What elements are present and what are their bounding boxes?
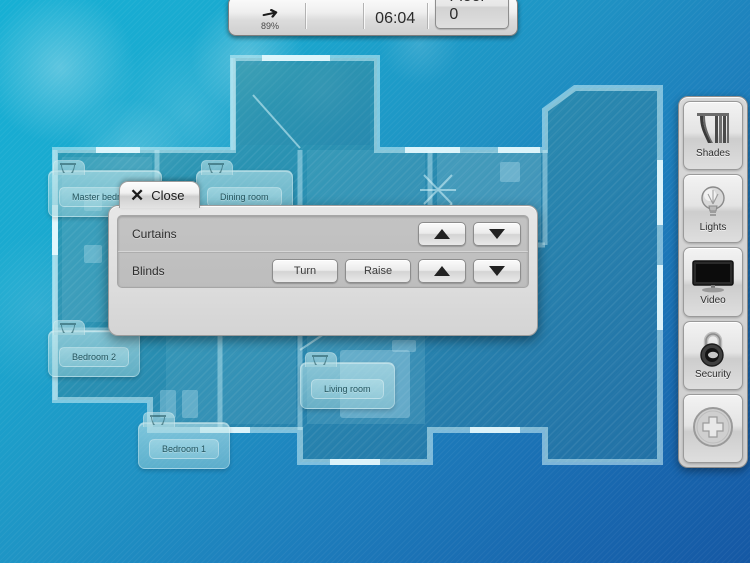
plus-circle-icon bbox=[690, 404, 736, 450]
room-label-bedroom-1[interactable]: Bedroom 1 bbox=[138, 412, 231, 469]
sidebar: Shades Lights Video Security bbox=[678, 96, 748, 468]
blinds-turn-button[interactable]: Turn bbox=[272, 258, 338, 283]
close-x-icon: ✕ bbox=[130, 185, 145, 205]
blinds-down-button[interactable] bbox=[473, 258, 521, 283]
padlock-icon bbox=[696, 331, 730, 367]
curtain-icon bbox=[60, 163, 76, 173]
curtain-icon bbox=[60, 323, 76, 333]
divider bbox=[304, 3, 306, 29]
room-name: Dining room bbox=[207, 187, 282, 207]
divider bbox=[426, 3, 428, 29]
room-label-living-room[interactable]: Living room bbox=[300, 352, 395, 409]
sidebar-label: Shades bbox=[696, 148, 730, 160]
shades-control-dialog: ✕ Close Curtains Blinds Turn Raise bbox=[108, 181, 538, 336]
room-label-bedroom-2[interactable]: Bedroom 2 bbox=[48, 320, 141, 377]
curtains-icon bbox=[693, 112, 733, 146]
clock: 06:04 bbox=[375, 10, 416, 27]
lightbulb-icon bbox=[695, 184, 731, 220]
blinds-up-button[interactable] bbox=[418, 258, 466, 283]
sidebar-item-shades[interactable]: Shades bbox=[683, 101, 743, 171]
curtain-icon bbox=[150, 415, 166, 425]
room-name: Bedroom 2 bbox=[59, 347, 130, 367]
sidebar-label: Security bbox=[694, 368, 732, 380]
blinds-raise-button[interactable]: Raise bbox=[345, 258, 411, 283]
status-bar: ➜ 89% 06:04 Floor 0 bbox=[228, 0, 518, 36]
arrow-down-icon bbox=[489, 265, 505, 276]
control-row-blinds: Blinds Turn Raise bbox=[118, 252, 528, 288]
sidebar-item-lights[interactable]: Lights bbox=[683, 174, 743, 244]
room-name: Living room bbox=[311, 379, 384, 399]
room-tab: Bedroom 1 bbox=[138, 412, 231, 469]
sidebar-item-security[interactable]: Security bbox=[683, 320, 743, 390]
sidebar-item-add[interactable] bbox=[683, 393, 743, 464]
curtains-up-button[interactable] bbox=[418, 222, 466, 246]
room-name: Bedroom 1 bbox=[149, 439, 220, 459]
arrow-up-icon bbox=[434, 229, 450, 239]
controls-panel: Curtains Blinds Turn Raise bbox=[117, 215, 529, 288]
divider bbox=[362, 3, 364, 29]
curtain-icon bbox=[312, 355, 328, 365]
room-tab: Living room bbox=[300, 352, 395, 409]
battery-indicator: ➜ 89% bbox=[237, 0, 303, 31]
row-label: Blinds bbox=[132, 263, 165, 278]
arrow-up-icon bbox=[434, 265, 450, 276]
sidebar-label: Video bbox=[700, 294, 726, 306]
television-icon bbox=[691, 259, 735, 293]
curtain-icon bbox=[208, 163, 224, 173]
control-row-curtains: Curtains bbox=[118, 216, 528, 252]
row-label: Curtains bbox=[132, 227, 177, 241]
curtains-down-button[interactable] bbox=[473, 222, 521, 246]
room-tab: Bedroom 2 bbox=[48, 320, 141, 377]
sidebar-label: Lights bbox=[699, 222, 727, 234]
close-button[interactable]: ✕ Close bbox=[119, 181, 200, 208]
status-blank-cell bbox=[308, 0, 361, 31]
floor-selector-button[interactable]: Floor 0 bbox=[435, 0, 510, 29]
arrow-down-icon bbox=[489, 229, 505, 239]
close-label: Close bbox=[151, 187, 185, 203]
lightning-bolt-icon: ➜ bbox=[259, 2, 281, 25]
sidebar-item-video[interactable]: Video bbox=[683, 247, 743, 317]
